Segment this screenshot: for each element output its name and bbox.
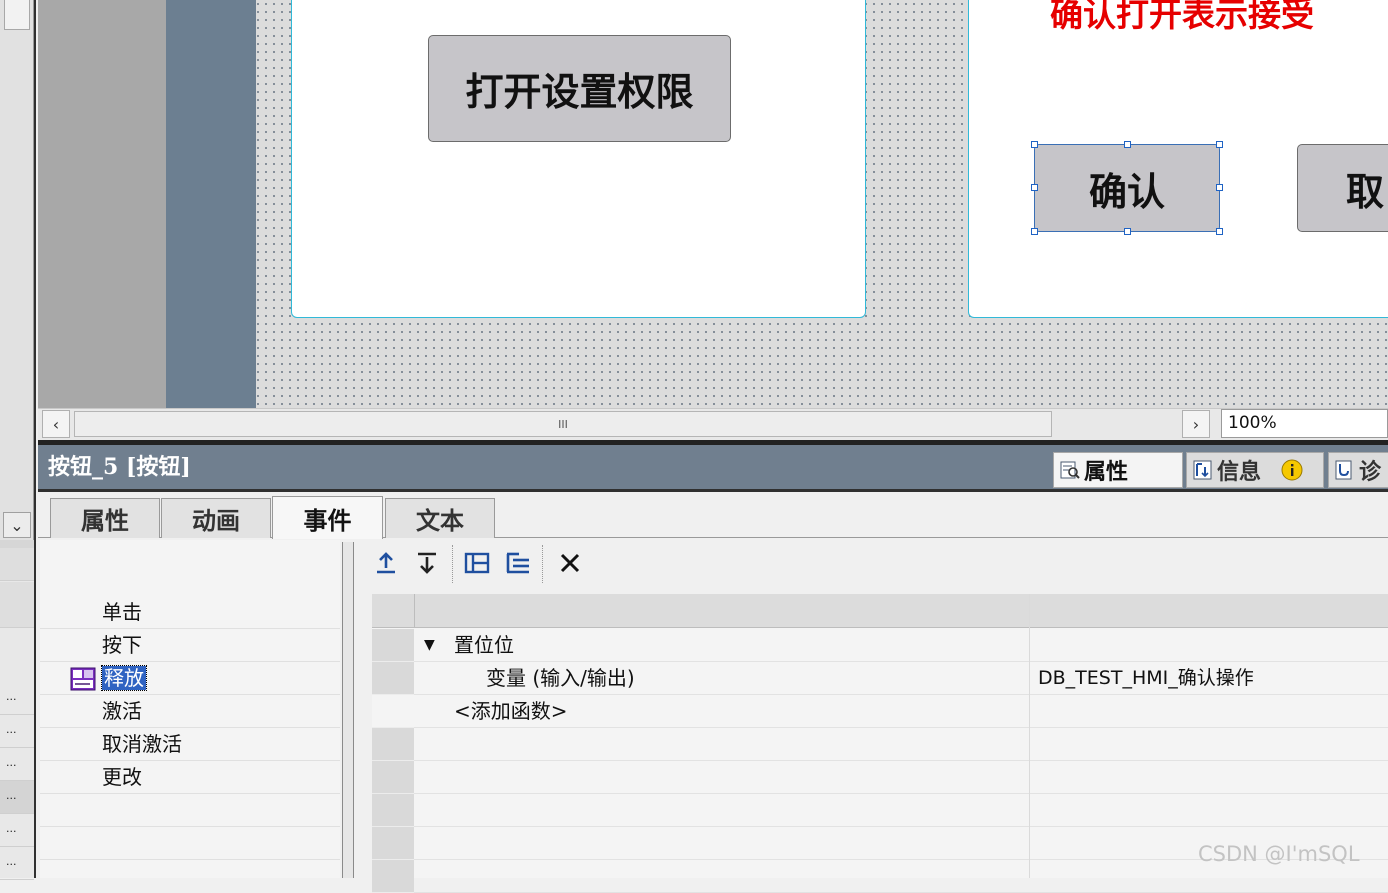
confirm-button-label: 确认: [1088, 168, 1165, 214]
left-list-panel: ... ... ... ... ... ...: [0, 548, 34, 880]
canvas-margin-dark: [166, 0, 256, 408]
expand-icon[interactable]: [504, 548, 532, 578]
collapse-triangle-icon[interactable]: ▼: [424, 629, 435, 662]
parameter-value[interactable]: DB_TEST_HMI_确认操作: [1038, 662, 1254, 695]
resize-handle[interactable]: [1216, 228, 1223, 235]
watermark: CSDN @I'mSQL: [1198, 842, 1360, 866]
tab-texts[interactable]: 文本: [385, 498, 495, 538]
left-list-row[interactable]: ...: [0, 682, 34, 715]
toolbar-separator: [542, 545, 544, 583]
properties-icon: [1060, 461, 1080, 479]
info-tab-icon: [1193, 460, 1212, 480]
event-label: 单击: [102, 600, 142, 624]
chevron-left-icon: ‹: [52, 414, 60, 434]
event-item-empty: [40, 827, 340, 860]
row-header[interactable]: [372, 794, 414, 827]
tab-events[interactable]: 事件: [272, 496, 383, 539]
event-item-deactivate[interactable]: 取消激活: [40, 728, 340, 761]
table-row[interactable]: [372, 728, 1388, 761]
tab-attributes[interactable]: 属性: [50, 498, 160, 538]
event-item-empty: [40, 794, 340, 827]
row-header[interactable]: [372, 761, 414, 794]
chevron-down-icon: ⌄: [10, 515, 24, 535]
resize-handle[interactable]: [1216, 184, 1223, 191]
left-list-row[interactable]: ...: [0, 781, 34, 814]
canvas-margin: [38, 0, 166, 408]
scroll-left-button[interactable]: ‹: [42, 410, 70, 438]
resize-handle[interactable]: [1124, 141, 1131, 148]
tab-animations[interactable]: 动画: [161, 498, 271, 538]
open-settings-permission-button[interactable]: 打开设置权限: [428, 35, 731, 142]
table-row[interactable]: [372, 761, 1388, 794]
row-header[interactable]: [372, 827, 414, 860]
grid-header: [372, 594, 1388, 628]
tab-diagnostics-label: 诊: [1359, 459, 1382, 485]
table-row[interactable]: [372, 794, 1388, 827]
grid-column-separator: [1029, 594, 1030, 878]
tab-properties[interactable]: 属性: [1053, 452, 1183, 488]
resize-handle[interactable]: [1031, 228, 1038, 235]
add-function-row[interactable]: <添加函数>: [454, 695, 568, 728]
row-header[interactable]: [372, 728, 414, 761]
resize-handle[interactable]: [1216, 141, 1223, 148]
scroll-down-button[interactable]: ⌄: [3, 512, 31, 538]
left-list-row[interactable]: [0, 582, 34, 628]
move-down-icon[interactable]: [413, 548, 441, 578]
event-item-change[interactable]: 更改: [40, 761, 340, 794]
event-list-splitter[interactable]: [342, 542, 354, 878]
resize-handle[interactable]: [1124, 228, 1131, 235]
confirm-panel-title: 确认打开表示接受: [1050, 0, 1314, 32]
tab-properties-label: 属性: [1084, 459, 1129, 485]
row-header[interactable]: [372, 860, 414, 893]
confirm-button[interactable]: 确认: [1031, 141, 1223, 235]
grid-header-separator: [414, 594, 415, 628]
info-badge-icon: [1281, 459, 1303, 481]
horizontal-scrollbar-thumb[interactable]: III: [74, 411, 1052, 437]
left-list-row[interactable]: ...: [0, 814, 34, 847]
left-list-row[interactable]: ...: [0, 748, 34, 781]
toolbar-separator: [452, 545, 454, 583]
zoom-level-field[interactable]: 100%: [1221, 409, 1388, 438]
left-list-row[interactable]: ...: [0, 715, 34, 748]
delete-icon[interactable]: [556, 548, 584, 578]
event-label: 激活: [102, 699, 142, 723]
collapse-icon[interactable]: [463, 548, 491, 578]
resize-handle[interactable]: [1031, 141, 1038, 148]
move-up-icon[interactable]: [372, 548, 400, 578]
row-header[interactable]: [372, 629, 414, 662]
left-list-row[interactable]: [0, 548, 34, 581]
function-list-icon: [70, 667, 96, 691]
event-label-selected: 释放: [101, 665, 147, 691]
tab-info[interactable]: 信息: [1186, 452, 1324, 488]
table-row[interactable]: [372, 629, 1388, 662]
event-label: 取消激活: [102, 732, 182, 756]
parameter-name: 变量 (输入/输出): [486, 666, 635, 690]
left-vertical-scrollbar[interactable]: [0, 0, 34, 540]
event-label: 更改: [102, 765, 142, 789]
left-scrollbar-thumb[interactable]: [4, 0, 30, 30]
row-header[interactable]: [372, 662, 414, 695]
chevron-right-icon: ›: [1192, 414, 1200, 434]
tab-info-label: 信息: [1217, 459, 1262, 485]
diagnostics-icon: [1335, 460, 1352, 480]
event-item-activate[interactable]: 激活: [40, 695, 340, 728]
inspector-title: 按钮_5 [按钮]: [48, 454, 191, 480]
tab-diagnostics[interactable]: 诊: [1328, 452, 1388, 488]
row-header[interactable]: [372, 695, 414, 728]
event-item-click[interactable]: 单击: [40, 596, 340, 629]
event-label: 按下: [102, 633, 142, 657]
event-item-press[interactable]: 按下: [40, 629, 340, 662]
function-name[interactable]: 置位位: [454, 629, 514, 662]
left-list-row[interactable]: ...: [0, 847, 34, 880]
resize-handle[interactable]: [1031, 184, 1038, 191]
scroll-right-button[interactable]: ›: [1182, 410, 1210, 438]
cancel-button[interactable]: 取: [1297, 144, 1388, 232]
